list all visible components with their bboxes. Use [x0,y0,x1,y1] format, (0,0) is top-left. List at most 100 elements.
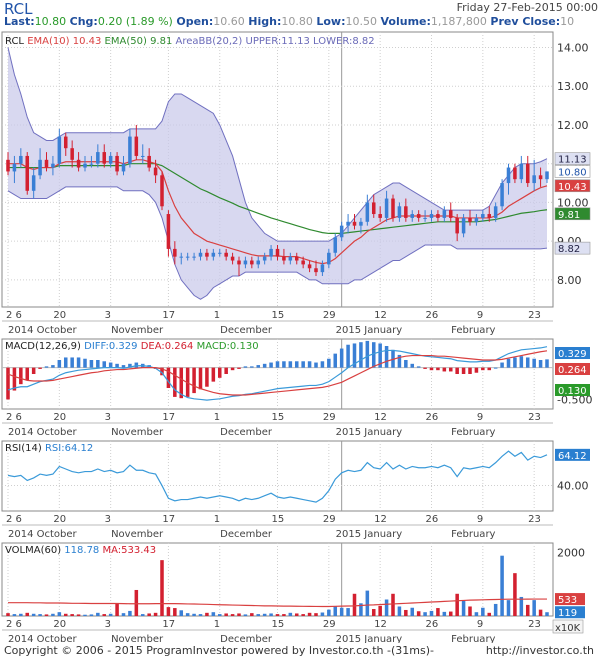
candle-body [333,237,338,253]
candle-body [391,198,395,218]
macd-histogram-bar [70,357,74,368]
volume-bar [38,614,42,616]
price-xtick-day: 23 [528,310,541,321]
candle-body [76,159,81,168]
macd-histogram-bar [532,358,536,368]
volume-bar [423,612,427,616]
candle-body [365,202,370,222]
volume-bar [314,613,318,616]
candle-body [461,217,466,234]
macd-histogram-bar [89,360,94,368]
candle-body [160,175,164,207]
macd-histogram-bar [519,356,524,368]
macd-histogram-bar [461,367,466,374]
volume-bar [513,573,517,616]
volume-bar [442,611,447,616]
legend-ema50-label: EMA(50) [105,36,147,47]
price-xtick-day: 26 [426,310,439,321]
volume-bar [192,613,196,616]
macd-histogram-bar [474,367,479,373]
macd-histogram-bar [211,367,216,382]
macd-xtick-month: November [111,427,164,438]
price-xtick-month: December [220,325,273,336]
macd-histogram-bar [108,362,113,368]
candle-body [250,260,254,265]
macd-xtick-day: 12 [374,412,387,423]
price-ytick: 10.00 [557,196,589,209]
rsi-xtick-day: 2 6 [6,514,22,525]
volume-bar [333,606,338,616]
macd-histogram-bar [6,367,10,400]
volume-bar [140,614,145,616]
price-badge-lower-text: 8.82 [558,244,580,255]
candle-body [192,256,196,258]
candle-body [185,256,190,258]
candle-body [481,214,485,218]
vol-badge-ma-text: 533 [558,595,577,606]
candle-body [12,163,17,172]
candle-body [38,159,42,176]
macd-badge-macd-text: 0.130 [558,386,587,397]
price-xtick-day: 9 [477,310,483,321]
volume-bar [352,593,357,616]
macd-histogram-bar [51,365,55,368]
candle-body [506,167,511,184]
candle-body [493,206,498,218]
candle-body [237,260,241,265]
rsi-xtick-month: December [220,529,273,540]
volume-bar [468,606,472,616]
volume-bar [538,609,543,616]
macd-histogram-bar [359,342,363,368]
volume-bar [19,613,23,616]
candle-body [230,256,235,261]
vol-xtick-day: 20 [53,619,66,630]
candle-body [128,136,132,164]
candle-body [83,163,87,168]
macd-histogram-bar [44,366,49,368]
candle-body [115,155,119,172]
candle-body [294,256,299,261]
candle-body [384,198,389,218]
price-xtick-month: February [451,325,495,336]
volume-bar [294,613,299,616]
rsi-ytick: 40.00 [557,480,589,493]
macd-histogram-bar [230,367,235,371]
macd-histogram-bar [205,367,209,387]
vol-xtick-day: 3 [105,619,111,630]
volume-bar [83,614,87,616]
volume-bar [108,613,113,616]
vol-xtick-month: 2015 January [336,634,403,643]
volume-bar [217,614,222,616]
candle-body [359,221,363,226]
macd-histogram-bar [538,360,543,368]
price-badge-last-text: 10.80 [558,167,587,178]
macd-histogram-bar [19,367,23,385]
volume-bar [224,613,228,616]
macd-xtick-month: 2015 January [336,427,403,438]
candle-body [153,167,158,176]
volume-bar [128,610,132,616]
macd-histogram-bar [513,357,517,368]
macd-histogram-bar [320,361,325,368]
price-xtick-month: 2015 January [336,325,403,336]
candle-body [31,175,36,191]
volume-bar [269,613,273,616]
candle-body [275,248,280,257]
candle-body [436,214,440,218]
site-link[interactable]: http://investor.co.th [486,644,594,657]
price-xtick-day: 29 [323,310,336,321]
volume-bar [500,555,504,616]
rsi-xtick-day: 20 [53,514,66,525]
vol-xtick-day: 12 [374,619,387,630]
volume-bar [243,614,248,616]
volume-bar [481,607,485,616]
legend-macd-macd: MACD:0.130 [197,341,259,352]
volume-bar [275,614,280,616]
macd-histogram-bar [288,361,293,368]
volume-bar [57,612,62,616]
legend-vol-name: VOLMA(60) [5,545,61,556]
candle-body [378,214,382,218]
candle-body [57,136,62,164]
legend-symbol: RCL [5,36,24,47]
volume-bar [211,612,216,616]
